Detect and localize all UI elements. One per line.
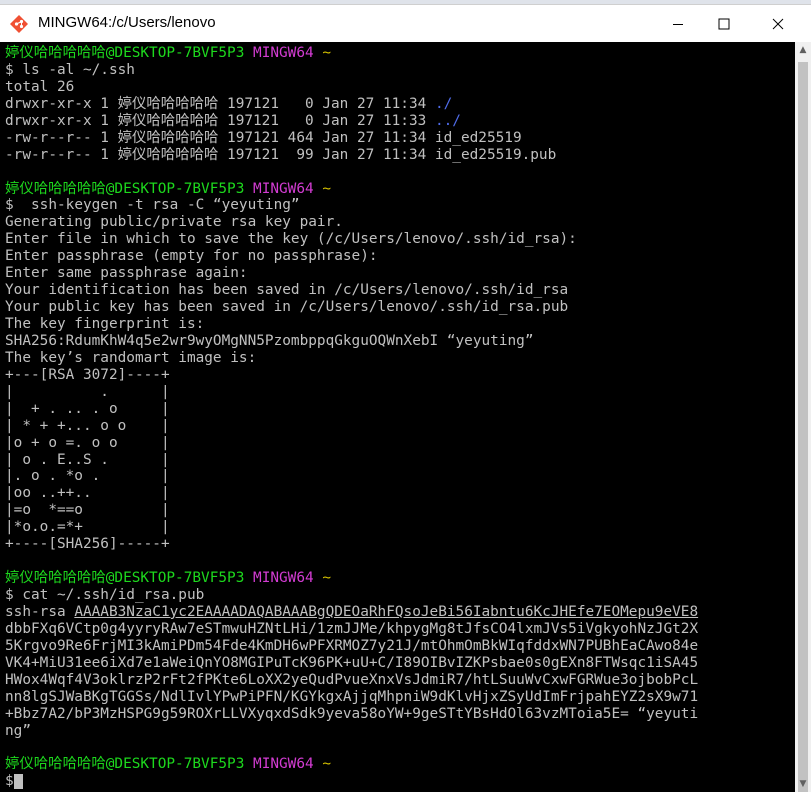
prompt-line: 婷仪哈哈哈哈哈@DESKTOP-7BVF5P3 MINGW64 ~ [5, 756, 698, 773]
command-line: $ ssh-keygen -t rsa -C “yeyuting” [5, 197, 698, 214]
output-line: -rw-r--r-- 1 婷仪哈哈哈哈哈 197121 464 Jan 27 1… [5, 129, 522, 146]
output-line: SHA256:RdumKhW4q5e2wr9wyOMgNN5PzombppqGk… [5, 332, 534, 349]
output-text: drwxr-xr-x 1 婷仪哈哈哈哈哈 197121 0 Jan 27 11:… [5, 112, 435, 129]
prompt-env: MINGW64 [253, 570, 314, 587]
terminal-lines: 婷仪哈哈哈哈哈@DESKTOP-7BVF5P3 MINGW64 ~ $ ls -a… [5, 45, 698, 790]
output-line: VK4+MiU31ee6iXd7e1aWeiQnYO8MGIPuTcK96PK+… [5, 654, 699, 671]
output-line: | * + +... o o | [5, 417, 170, 434]
command-text: ssh-keygen -t rsa -C “yeyuting” [13, 197, 300, 214]
prompt-env: MINGW64 [253, 180, 314, 197]
output-line: Enter same passphrase again: [5, 265, 248, 282]
output-line: |oo ..++.. | [5, 485, 170, 502]
scroll-thumb[interactable] [798, 62, 808, 792]
output-line: +Bbz7A2/bP3MzHSPG9g59ROXrLLVXyqxdSdk9yev… [5, 705, 699, 722]
output-text: ssh-rsa [5, 603, 75, 620]
output-line: |=o *==o | [5, 502, 170, 519]
output-line: | . | [5, 383, 170, 400]
output-line: dbbFXq6VCtp0g4yyryRAw7eSTmwuHZNtLHi/1zmJ… [5, 620, 699, 637]
output-line: Enter passphrase (empty for no passphras… [5, 248, 378, 265]
output-line: nn8lgSJWaBKgTGGSs/NdlIvlYPwPiPFN/KGYkgxA… [5, 688, 699, 705]
output-text: drwxr-xr-x 1 婷仪哈哈哈哈哈 197121 0 Jan 27 11:… [5, 95, 435, 112]
output-line: The key fingerprint is: [5, 316, 205, 332]
prompt-line: 婷仪哈哈哈哈哈@DESKTOP-7BVF5P3 MINGW64 ~ [5, 570, 698, 587]
output-line: |. o . *o . | [5, 468, 170, 485]
directory-entry: ../ [434, 112, 461, 129]
output-line: total 26 [5, 78, 75, 95]
prompt-line: 婷仪哈哈哈哈哈@DESKTOP-7BVF5P3 MINGW64 ~ [5, 181, 698, 198]
prompt-symbol: $ [5, 197, 14, 214]
minimize-button[interactable] [655, 9, 701, 39]
prompt-symbol: $ [5, 773, 14, 790]
prompt-user-host: 婷仪哈哈哈哈哈@DESKTOP-7BVF5P3 [5, 570, 245, 587]
command-line: $ cat ~/.ssh/id_rsa.pub [5, 587, 698, 604]
output-line: Your public key has been saved in /c/Use… [5, 299, 569, 316]
terminal-output[interactable]: 婷仪哈哈哈哈哈@DESKTOP-7BVF5P3 MINGW64 ~ $ ls -a… [0, 42, 795, 792]
maximize-icon [718, 18, 730, 30]
window-title: MINGW64:/c/Users/lenovo [38, 14, 216, 31]
scroll-up-arrow-icon[interactable]: ▲ [795, 42, 811, 58]
command-text: ls -al ~/.ssh [13, 61, 135, 78]
command-text: cat ~/.ssh/id_rsa.pub [13, 587, 205, 603]
prompt-symbol: $ [5, 587, 14, 603]
output-line: +---[RSA 3072]----+ [5, 366, 170, 383]
title-bar[interactable]: MINGW64:/c/Users/lenovo [0, 4, 811, 42]
prompt-symbol: $ [5, 61, 14, 78]
scroll-down-arrow-icon[interactable]: ▼ [795, 776, 811, 792]
output-line: | o . E..S . | [5, 451, 170, 468]
vertical-scrollbar[interactable]: ▲ ▼ [795, 42, 811, 792]
prompt-user-host: 婷仪哈哈哈哈哈@DESKTOP-7BVF5P3 [5, 45, 245, 61]
prompt-line: 婷仪哈哈哈哈哈@DESKTOP-7BVF5P3 MINGW64 ~ [5, 45, 698, 62]
git-bash-diamond-icon [10, 15, 28, 33]
minimize-icon [673, 24, 683, 25]
prompt-dir: ~ [322, 45, 332, 61]
text-cursor [13, 774, 23, 790]
output-line: ng” [5, 722, 31, 739]
output-line: 5Krgvo9Re6FrjMI3kAmiPDm54Fde4KmDH6wPFXRM… [5, 637, 699, 654]
close-icon [772, 18, 784, 30]
output-line: drwxr-xr-x 1 婷仪哈哈哈哈哈 197121 0 Jan 27 11:… [5, 96, 698, 113]
output-line: |o + o =. o o | [5, 434, 170, 451]
prompt-dir: ~ [322, 570, 332, 587]
output-line: drwxr-xr-x 1 婷仪哈哈哈哈哈 197121 0 Jan 27 11:… [5, 113, 698, 130]
output-line: +----[SHA256]-----+ [5, 536, 170, 553]
prompt-dir: ~ [322, 756, 332, 773]
output-line: HWox4Wqf4V3oklrzP2rFt2fPKte6LoXX2yeQudPv… [5, 671, 699, 688]
prompt-env: MINGW64 [253, 45, 314, 61]
selected-key-text: AAAAB3NzaC1yc2EAAAADAQABAAABgQDEOaRhFQso… [74, 603, 699, 620]
active-input-line: $ [5, 773, 698, 790]
prompt-user-host: 婷仪哈哈哈哈哈@DESKTOP-7BVF5P3 [5, 180, 245, 197]
output-line: | + . .. . o | [5, 400, 170, 417]
output-line: -rw-r--r-- 1 婷仪哈哈哈哈哈 197121 99 Jan 27 11… [5, 146, 557, 163]
output-line: ssh-rsa AAAAB3NzaC1yc2EAAAADAQABAAABgQDE… [5, 604, 698, 621]
maximize-button[interactable] [701, 9, 747, 39]
prompt-dir: ~ [322, 180, 332, 197]
prompt-env: MINGW64 [253, 756, 314, 773]
command-line: $ ls -al ~/.ssh [5, 62, 698, 79]
output-line: The key’s randomart image is: [5, 349, 257, 366]
directory-entry: ./ [434, 95, 453, 112]
prompt-user-host: 婷仪哈哈哈哈哈@DESKTOP-7BVF5P3 [5, 756, 245, 773]
output-line: |*o.o.=*+ | [5, 519, 170, 536]
output-line: Enter file in which to save the key (/c/… [5, 231, 577, 248]
output-line: Generating public/private rsa key pair. [5, 214, 343, 231]
close-button[interactable] [755, 9, 801, 39]
output-line: Your identification has been saved in /c… [5, 282, 569, 299]
